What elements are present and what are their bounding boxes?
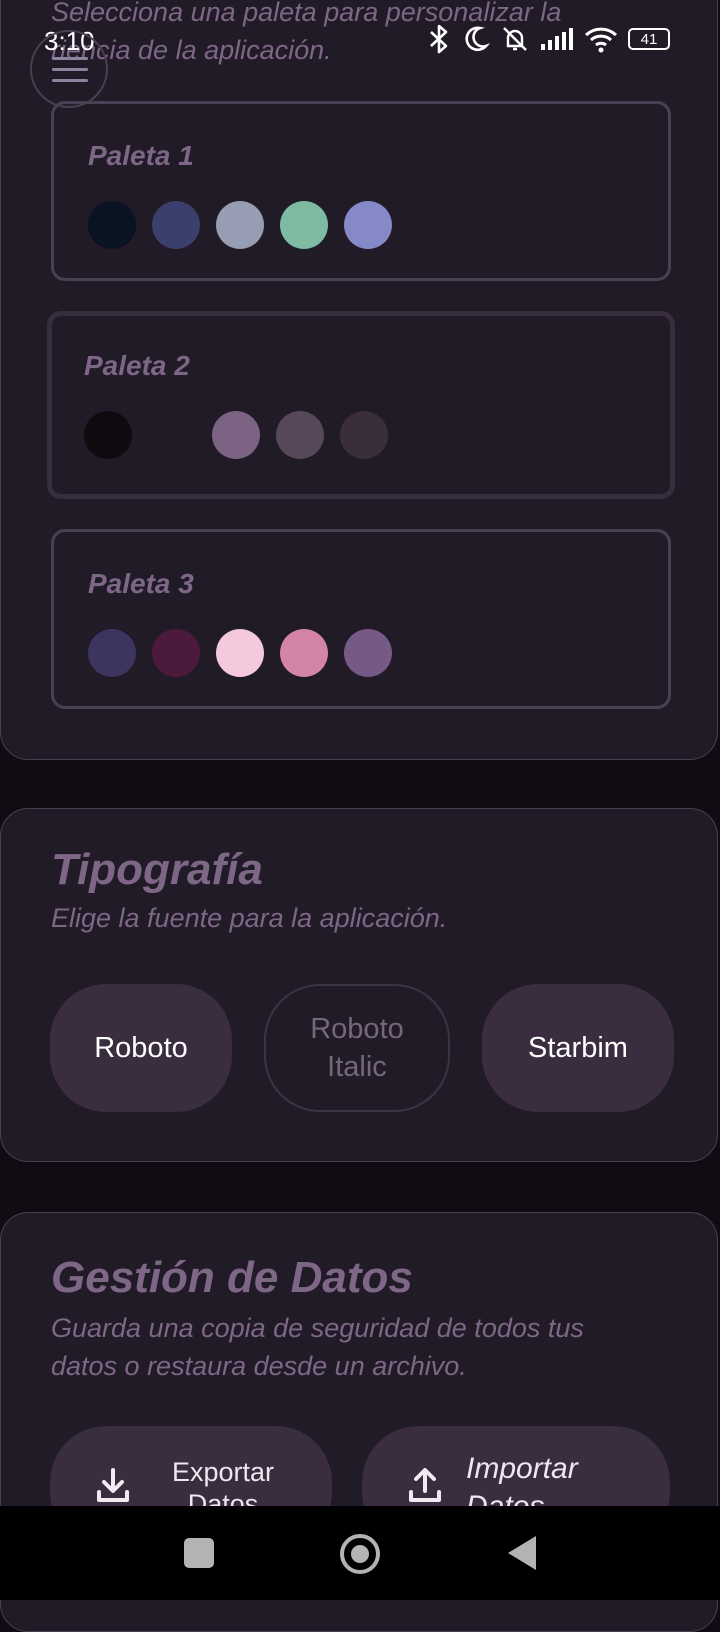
palette-option-2[interactable]: Paleta 2 — [47, 311, 675, 499]
back-triangle-icon[interactable] — [508, 1536, 536, 1570]
color-swatch — [152, 629, 200, 677]
palette-swatches — [84, 411, 388, 459]
color-swatch — [344, 629, 392, 677]
typography-title: Tipografía — [51, 845, 263, 894]
palette-name: Paleta 1 — [88, 140, 194, 171]
palette-option-1[interactable]: Paleta 1 — [51, 101, 671, 281]
font-label: Roboto Italic — [310, 1013, 404, 1083]
wifi-icon — [584, 27, 618, 53]
color-swatch — [152, 201, 200, 249]
menu-icon — [52, 57, 88, 60]
color-swatch — [148, 411, 196, 459]
color-swatch — [340, 411, 388, 459]
color-swatch — [280, 629, 328, 677]
color-swatch — [344, 201, 392, 249]
data-management-title: Gestión de Datos — [51, 1253, 413, 1302]
font-option-roboto[interactable]: Roboto — [50, 984, 232, 1112]
moon-icon — [465, 26, 490, 51]
font-option-roboto-italic[interactable]: Roboto Italic — [264, 984, 450, 1112]
palette-card: Selecciona una paleta para personalizar … — [0, 0, 718, 760]
menu-button[interactable] — [30, 30, 108, 108]
data-management-description: Guarda una copia de seguridad de todos t… — [51, 1313, 584, 1381]
download-icon — [97, 1468, 129, 1502]
bluetooth-icon — [430, 24, 448, 54]
color-swatch — [88, 629, 136, 677]
color-swatch — [212, 411, 260, 459]
typography-description: Elige la fuente para la aplicación. — [51, 903, 448, 933]
palette-swatches — [88, 629, 392, 677]
color-swatch — [280, 201, 328, 249]
color-swatch — [216, 629, 264, 677]
recents-square-icon[interactable] — [184, 1538, 214, 1568]
palette-swatches — [88, 201, 392, 249]
signal-icon — [541, 28, 573, 50]
mute-bell-icon — [503, 27, 527, 51]
font-option-starbim[interactable]: Starbim — [482, 984, 674, 1112]
font-label: Roboto — [94, 1032, 188, 1064]
battery-icon: 41 — [628, 28, 670, 50]
color-swatch — [216, 201, 264, 249]
color-swatch — [276, 411, 324, 459]
palette-name: Paleta 2 — [84, 350, 190, 381]
upload-icon — [409, 1468, 441, 1502]
color-swatch — [88, 201, 136, 249]
palette-option-3[interactable]: Paleta 3 — [51, 529, 671, 709]
palette-name: Paleta 3 — [88, 568, 194, 599]
color-swatch — [84, 411, 132, 459]
home-circle-icon[interactable] — [340, 1534, 380, 1574]
font-label: Starbim — [528, 1032, 628, 1064]
status-icons: 41 — [426, 24, 670, 54]
